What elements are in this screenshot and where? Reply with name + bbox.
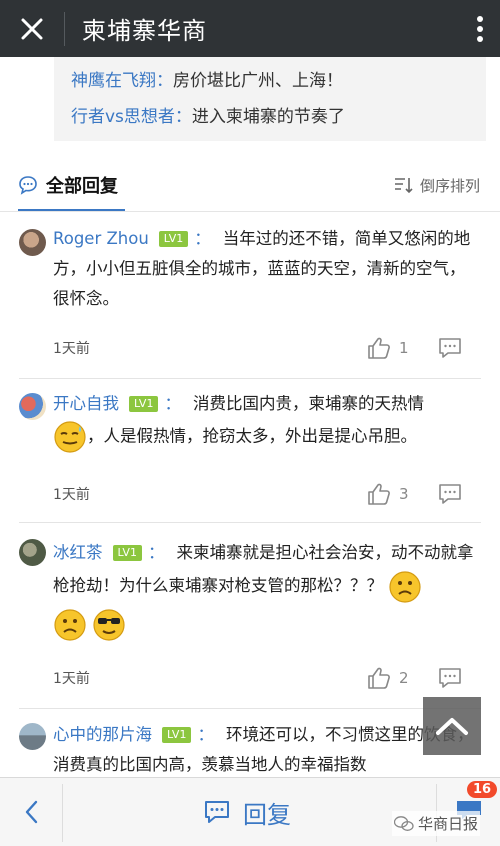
quote-user[interactable]: 神鹰在飞翔: [71, 71, 156, 91]
comment-divider: [19, 708, 481, 709]
reply-bubble-icon: [439, 484, 461, 504]
comment-text: 消费比国内贵，柬埔寨的天热情: [192, 394, 424, 413]
header-divider: [0, 211, 500, 212]
level-badge: LV1: [129, 396, 159, 412]
avatar[interactable]: [19, 539, 46, 566]
avatar[interactable]: [19, 393, 46, 420]
comment-colon: ：: [194, 229, 211, 248]
tab-label: 全部回复: [46, 175, 118, 197]
comment-item: Roger Zhou LV1：当年过的还不错，简单又悠闲的地方，小小但五脏俱全的城…: [0, 224, 500, 379]
close-icon: [21, 18, 43, 39]
thumbs-up-icon: [368, 337, 390, 359]
thumbs-up-icon: [368, 483, 390, 505]
comment-author[interactable]: Roger Zhou: [53, 229, 149, 248]
like-button[interactable]: 2: [367, 666, 409, 690]
quote-sep: ：: [174, 107, 192, 127]
more-button[interactable]: [460, 0, 500, 57]
like-button[interactable]: 3: [367, 482, 409, 506]
comments-header: 全部回复 倒序排列: [0, 160, 500, 212]
level-badge: LV1: [112, 545, 142, 561]
bottom-divider: [62, 784, 63, 842]
comment-colon: ：: [147, 543, 165, 562]
reply-bubble-icon: [205, 801, 229, 823]
comment-item: 开心自我 LV1 ： 消费比国内贵，柬埔寨的天热情 ，人是假热情，抢窃太多，外出是提心…: [0, 388, 500, 523]
reply-label: 回复: [243, 800, 291, 829]
page-title: 柬埔寨华商: [82, 17, 207, 45]
like-button[interactable]: 1: [367, 336, 409, 360]
sort-icon: [394, 178, 413, 194]
sort-button[interactable]: 倒序排列: [394, 160, 480, 210]
comment-bubble-icon: [19, 175, 37, 195]
quote-line: 行者vs思想者：进入柬埔寨的节奏了: [71, 99, 486, 135]
level-badge: LV1: [162, 727, 192, 743]
comment-colon: ：: [164, 394, 181, 413]
avatar[interactable]: [19, 229, 46, 256]
comment-time: 1天前: [53, 487, 90, 503]
back-button[interactable]: [0, 778, 62, 846]
quote-line: 神鹰在飞翔：房价堪比广州、上海！: [71, 63, 486, 99]
reply-button[interactable]: [437, 666, 463, 694]
avatar[interactable]: [19, 723, 46, 750]
reply-button[interactable]: [437, 336, 463, 364]
like-count: 1: [399, 339, 409, 357]
thumbs-up-icon: [368, 667, 390, 689]
more-vertical-icon: [477, 15, 483, 42]
comment-author[interactable]: 心中的那片海: [53, 725, 152, 744]
watermark: 华商日报: [392, 811, 481, 836]
comment-colon: ：: [197, 725, 214, 744]
comment-count-badge: 16: [467, 781, 498, 798]
comment-text: ，人是假热情，抢窃太多，外出是提心吊胆。: [87, 426, 417, 446]
comment-divider: [19, 378, 481, 379]
like-count: 2: [399, 669, 409, 687]
sad-face-emoji-icon: [54, 608, 86, 641]
chevron-up-icon: [436, 718, 468, 735]
comment-time: 1天前: [53, 341, 90, 357]
comment-author[interactable]: 冰红茶: [53, 543, 103, 562]
chevron-left-icon: [25, 800, 38, 824]
comment-body: 心中的那片海 LV1：环境还可以，不习惯这里的饮食，消费真的比国内高，羡慕当地人的…: [53, 720, 476, 777]
level-badge: LV1: [158, 231, 189, 247]
top-bar: 柬埔寨华商: [0, 0, 500, 57]
reply-bubble-icon: [439, 668, 461, 688]
quote-text: 进入柬埔寨的节奏了: [191, 107, 345, 127]
quote-text: 房价堪比广州、上海！: [173, 71, 343, 91]
reply-button[interactable]: [437, 482, 463, 510]
quote-sep: ：: [156, 71, 173, 91]
watermark-text: 华商日报: [418, 815, 479, 833]
sort-label: 倒序排列: [419, 176, 480, 195]
scroll-top-button[interactable]: [423, 697, 481, 755]
like-count: 3: [399, 485, 409, 503]
sad-face-emoji-icon: [389, 570, 421, 603]
comment-time: 1天前: [53, 671, 90, 687]
comment-item: 冰红茶 LV1：来柬埔寨就是担心社会治安，动不动就拿枪抢劫！为什么柬埔寨对枪支管的…: [0, 534, 500, 709]
tab-all-replies[interactable]: 全部回复: [18, 160, 125, 212]
comment-divider: [19, 522, 481, 523]
comment-author[interactable]: 开心自我: [53, 394, 119, 413]
comment-body: 冰红茶 LV1：来柬埔寨就是担心社会治安，动不动就拿枪抢劫！为什么柬埔寨对枪支管的…: [53, 536, 476, 642]
quoted-replies: 神鹰在飞翔：房价堪比广州、上海！ 行者vs思想者：进入柬埔寨的节奏了: [54, 57, 486, 141]
close-button[interactable]: [0, 0, 64, 57]
reply-bubble-icon: [439, 338, 461, 358]
reply-compose-button[interactable]: 回复: [203, 778, 291, 846]
cool-face-emoji-icon: [93, 608, 125, 641]
comment-body: 开心自我 LV1 ： 消费比国内贵，柬埔寨的天热情 ，人是假热情，抢窃太多，外出是提心…: [53, 388, 476, 454]
comment-body: Roger Zhou LV1：当年过的还不错，简单又悠闲的地方，小小但五脏俱全的城…: [53, 224, 476, 314]
sweat-smile-emoji-icon: [54, 421, 86, 453]
wechat-logo-icon: [394, 815, 414, 831]
quote-user[interactable]: 行者vs思想者: [71, 107, 175, 127]
topbar-divider: [64, 11, 65, 46]
